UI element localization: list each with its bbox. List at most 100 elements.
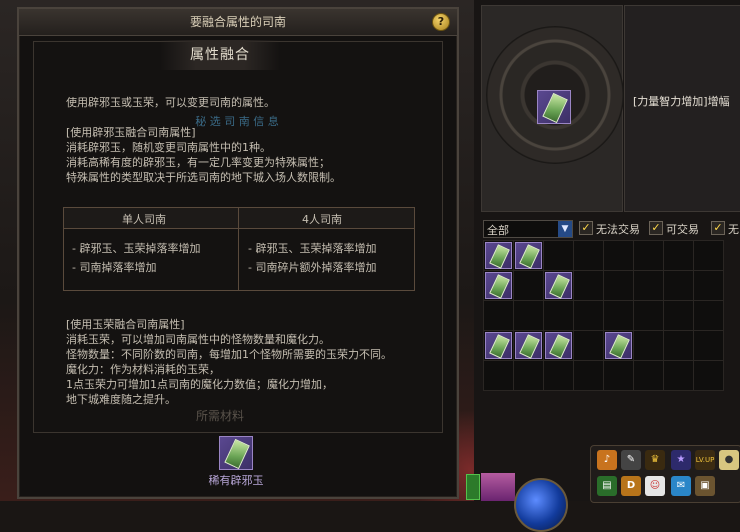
jade-item-icon[interactable] — [485, 242, 512, 269]
chevron-down-icon[interactable]: ▼ — [558, 221, 572, 237]
inventory-slot[interactable] — [633, 300, 664, 331]
dialog-title: 要融合属性的司南 — [19, 9, 457, 36]
inventory-slot[interactable] — [693, 330, 724, 361]
avatar[interactable] — [481, 473, 515, 501]
mana-orb — [514, 478, 568, 532]
inventory-slot[interactable] — [513, 270, 544, 301]
inventory-slot[interactable] — [573, 270, 604, 301]
filter-label-untradable: 无法交易 — [596, 223, 640, 236]
jade-item-icon[interactable] — [485, 272, 512, 299]
table-divider — [238, 208, 239, 290]
inventory-slot[interactable] — [603, 270, 634, 301]
inventory-slot[interactable] — [483, 330, 514, 361]
jade-item-icon[interactable] — [485, 332, 512, 359]
inventory-slot[interactable] — [513, 240, 544, 271]
inventory-slot[interactable] — [513, 300, 544, 331]
inventory-slot[interactable] — [573, 330, 604, 361]
yurong-line: 1点玉荣力可增加1点司南的魔化力数值；魔化力增加， — [66, 378, 333, 391]
yurong-line: 怪物数量：不同阶数的司南，每增加1个怪物所需要的玉荣力不同。 — [66, 348, 392, 361]
bixie-line: 特殊属性的类型取决于所选司南的地下城入场人数限制。 — [66, 171, 341, 184]
compass-description: [力量智力增加]增幅 — [633, 95, 730, 108]
filter-checkbox-other[interactable]: ✓ — [711, 221, 725, 235]
jade-item-icon[interactable] — [515, 242, 542, 269]
inventory-grid — [483, 240, 740, 391]
jade-item-icon[interactable] — [545, 272, 572, 299]
filter-checkbox-untradable[interactable]: ✓ — [579, 221, 593, 235]
yurong-line: 消耗玉荣，可以增加司南属性中的怪物数量和魔化力。 — [66, 333, 330, 346]
inventory-slot[interactable] — [543, 300, 574, 331]
inventory-slot[interactable] — [543, 330, 574, 361]
table-header-single: 单人司南 — [122, 213, 166, 226]
inventory-slot[interactable] — [693, 360, 724, 391]
bag-icon[interactable]: ▣ — [695, 476, 715, 496]
bixie-heading: [使用辟邪玉融合司南属性] — [66, 126, 196, 139]
rare-bixie-jade-icon[interactable] — [219, 436, 253, 470]
inventory-slot[interactable] — [603, 330, 634, 361]
inventory-slot[interactable] — [483, 240, 514, 271]
inventory-slot[interactable] — [633, 330, 664, 361]
inventory-slot[interactable] — [663, 240, 694, 271]
book-icon[interactable]: ✎ — [621, 450, 641, 470]
compass-type-table: 单人司南 4人司南 - 辟邪玉、玉荣掉落率增加 - 司南掉落率增加 - 辟邪玉、… — [63, 207, 415, 291]
chat-icon[interactable]: ✉ — [671, 476, 691, 496]
inventory-slot[interactable] — [663, 270, 694, 301]
filter-label-other: 无 — [728, 223, 739, 236]
inventory-slot[interactable] — [603, 360, 634, 391]
inventory-slot[interactable] — [693, 300, 724, 331]
compass-slot-item-icon[interactable] — [537, 90, 571, 124]
inventory-slot[interactable] — [513, 330, 544, 361]
table-cell: - 司南碎片额外掉落率增加 — [248, 261, 377, 274]
intro-text: 使用辟邪玉或玉荣，可以变更司南的属性。 — [66, 96, 275, 109]
table-header-four: 4人司南 — [302, 213, 342, 226]
pet-icon[interactable]: ☺ — [645, 476, 665, 496]
filter-label-tradable: 可交易 — [666, 223, 699, 236]
section-title: 属性融合 — [160, 40, 280, 70]
inventory-slot[interactable] — [573, 300, 604, 331]
inventory-slot[interactable] — [483, 300, 514, 331]
jade-item-icon[interactable] — [545, 332, 572, 359]
inventory-slot[interactable] — [663, 330, 694, 361]
inventory-slot[interactable] — [543, 240, 574, 271]
inventory-slot[interactable] — [603, 240, 634, 271]
filter-checkbox-tradable[interactable]: ✓ — [649, 221, 663, 235]
material-name: 稀有辟邪玉 — [208, 474, 264, 487]
inventory-slot[interactable] — [543, 360, 574, 391]
inventory-slot[interactable] — [693, 270, 724, 301]
quest-icon[interactable]: ♪ — [597, 450, 617, 470]
table-cell: - 辟邪玉、玉荣掉落率增加 — [248, 242, 377, 255]
inventory-slot[interactable] — [603, 300, 634, 331]
inventory-slot[interactable] — [633, 270, 664, 301]
materials-title: 所需材料 — [195, 409, 244, 423]
hp-pip — [466, 474, 480, 500]
filter-select[interactable]: 全部 ▼ — [483, 220, 573, 238]
egg-icon[interactable]: ● — [719, 450, 739, 470]
inventory-slot[interactable] — [633, 360, 664, 391]
inventory-slot[interactable] — [483, 270, 514, 301]
ghost-label: 秘 选 司 南 信 息 — [195, 115, 279, 128]
inventory-slot[interactable] — [663, 360, 694, 391]
yurong-line: 魔化力：作为材料消耗的玉荣， — [66, 363, 220, 376]
inventory-slot[interactable] — [693, 240, 724, 271]
inventory-slot[interactable] — [633, 240, 664, 271]
inventory-slot[interactable] — [513, 360, 544, 391]
help-icon[interactable]: ? — [432, 13, 450, 31]
star-icon[interactable]: ★ — [671, 450, 691, 470]
inventory-slot[interactable] — [573, 240, 604, 271]
jade-item-icon[interactable] — [515, 332, 542, 359]
inventory-slot[interactable] — [483, 360, 514, 391]
cards-icon[interactable]: ▤ — [597, 476, 617, 496]
lvup-icon[interactable]: LV.UP — [695, 450, 715, 470]
bixie-line: 消耗高稀有度的辟邪玉，有一定几率变更为特殊属性； — [66, 156, 330, 169]
jade-item-icon[interactable] — [605, 332, 632, 359]
table-cell: - 司南掉落率增加 — [72, 261, 157, 274]
table-header — [64, 208, 414, 229]
crown-icon[interactable]: ♛ — [645, 450, 665, 470]
inventory-slot[interactable] — [573, 360, 604, 391]
inventory-slot[interactable] — [543, 270, 574, 301]
inventory-slot[interactable] — [663, 300, 694, 331]
quick-menu-bar: ♪ ✎ ♛ ★ LV.UP ● ▤ D ☺ ✉ ▣ — [590, 445, 740, 503]
d-icon[interactable]: D — [621, 476, 641, 496]
yurong-heading: [使用玉荣融合司南属性] — [66, 318, 185, 331]
filter-select-value: 全部 — [487, 224, 509, 237]
bixie-line: 消耗辟邪玉，随机变更司南属性中的1种。 — [66, 141, 271, 154]
